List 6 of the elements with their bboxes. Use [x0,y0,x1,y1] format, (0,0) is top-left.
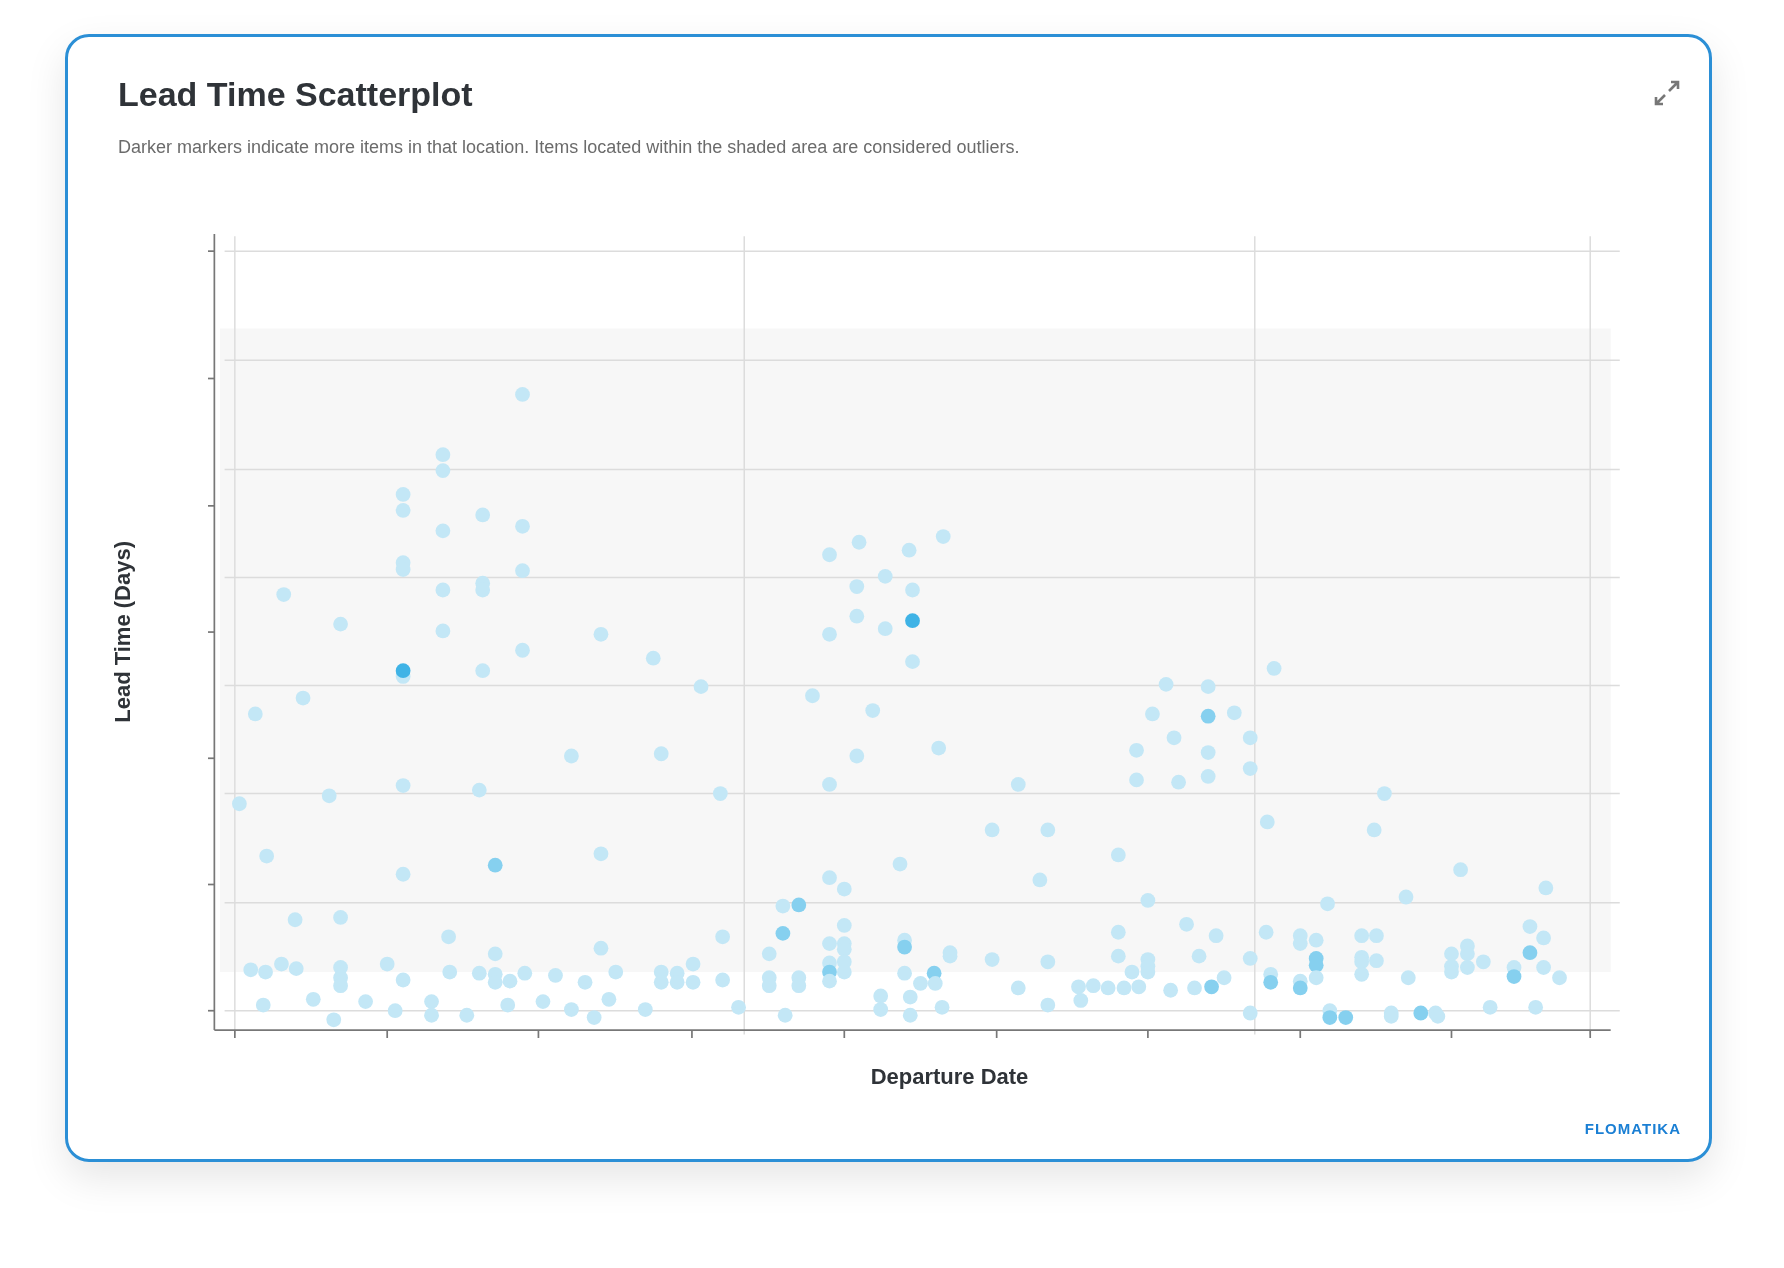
chart-title: Lead Time Scatterplot [118,74,473,115]
x-axis-label: Departure Date [870,1064,1029,1090]
y-axis-label: Lead Time (Days) [110,540,136,723]
chart-description: Darker markers indicate more items in that location. Items located within the shaded area are considered outliers. [118,136,1021,159]
brand-logo: FLOMATIKA [1584,1120,1681,1137]
expand-icon[interactable] [1653,79,1681,107]
